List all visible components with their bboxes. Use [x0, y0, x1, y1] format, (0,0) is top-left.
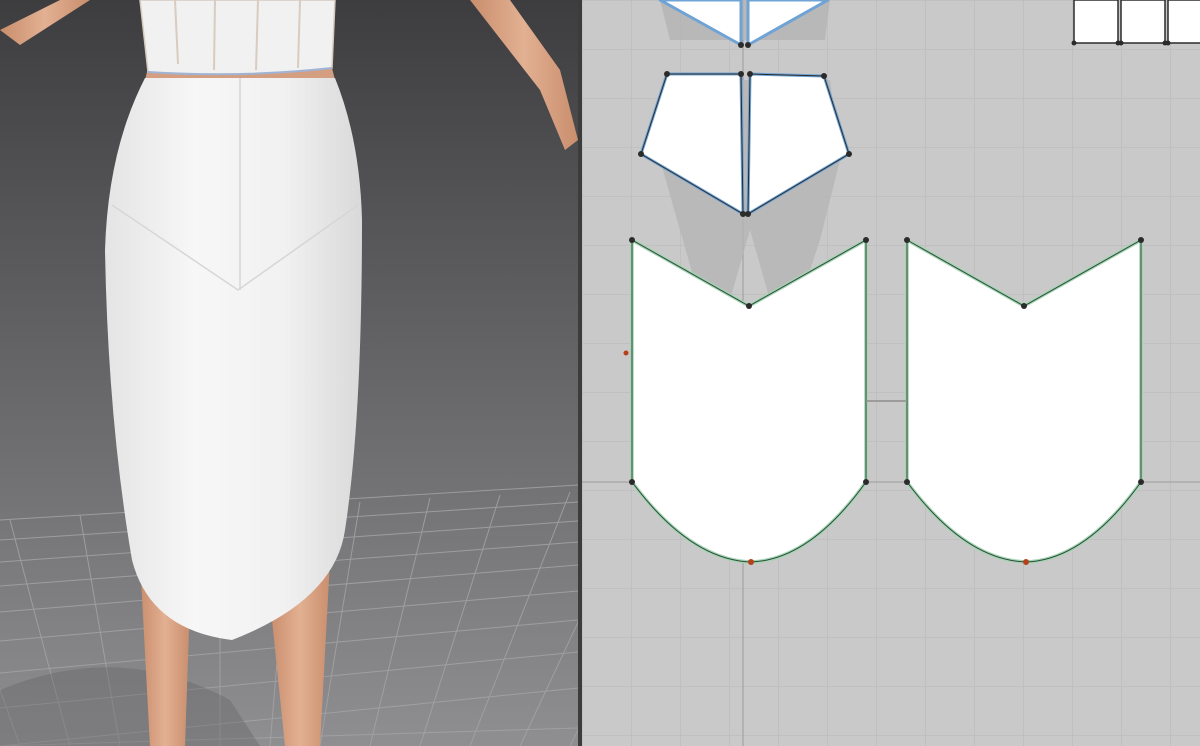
2d-pattern-viewport[interactable] — [582, 0, 1200, 746]
pattern-canvas[interactable] — [582, 0, 1200, 746]
crop-top-garment[interactable] — [139, 0, 336, 76]
3d-scene[interactable] — [0, 0, 578, 746]
small-rectangle-pieces[interactable] — [1073, 0, 1200, 44]
3d-viewport[interactable] — [0, 0, 578, 746]
pencil-skirt-garment[interactable] — [105, 78, 362, 640]
